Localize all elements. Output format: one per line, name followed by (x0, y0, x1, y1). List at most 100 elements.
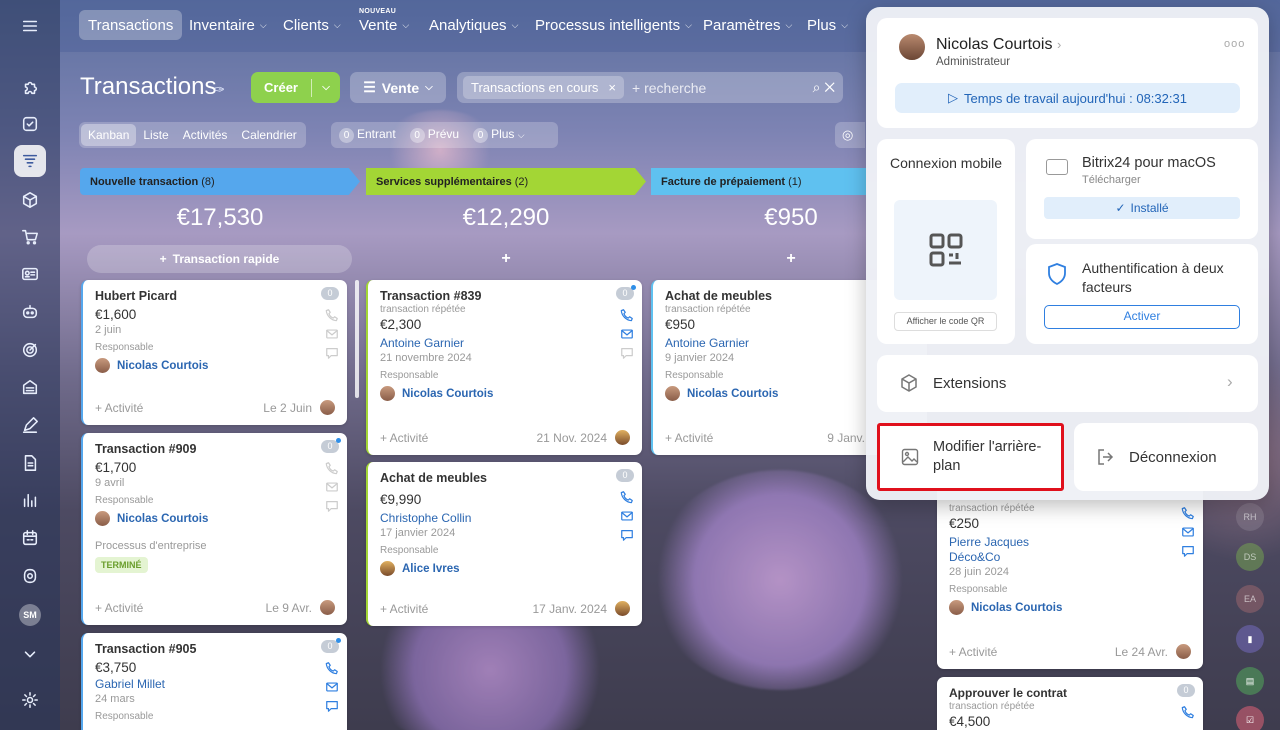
deal-card[interactable]: Approuver le contrat transaction répétée… (937, 677, 1203, 730)
nav-item-inventaire[interactable]: Inventaire ⌵ (180, 10, 276, 40)
responsible-user[interactable]: Nicolas Courtois (380, 386, 630, 401)
add-activity-link[interactable]: + Activité (380, 602, 428, 616)
create-button[interactable]: Créer ⌵ (251, 72, 340, 103)
pen-icon[interactable] (14, 409, 46, 441)
contact-card-icon[interactable]: ▤ (1236, 667, 1264, 695)
mail-icon[interactable] (1181, 525, 1195, 539)
deal-card[interactable]: Achat de meubles €9,990 Christophe Colli… (366, 462, 642, 626)
nav-item-plus[interactable]: Plus ⌵ (798, 10, 857, 40)
chat-icon[interactable] (1181, 544, 1195, 558)
mail-icon[interactable] (325, 327, 339, 341)
contact-card-icon[interactable] (14, 258, 46, 290)
menu-icon[interactable] (14, 10, 46, 42)
counter-plus[interactable]: 0 Plus ⌵ (473, 127, 525, 143)
funnel-selector[interactable]: ☰ Vente ⌵ (350, 72, 446, 103)
add-activity-link[interactable]: + Activité (949, 645, 997, 659)
nav-item-transactions[interactable]: Transactions (79, 10, 183, 40)
rail-avatar[interactable]: EA (1236, 585, 1264, 613)
chat-icon[interactable] (325, 346, 339, 360)
add-activity-link[interactable]: + Activité (665, 431, 713, 445)
target-icon[interactable] (14, 334, 46, 366)
desktop-download[interactable]: Télécharger (1082, 174, 1141, 186)
counter-prevu[interactable]: 0 Prévu (409, 127, 459, 143)
settings-icon[interactable]: ◎ (835, 122, 865, 148)
user-name[interactable]: Nicolas Courtois › (936, 36, 1061, 54)
deal-card[interactable]: Transaction #909 €1,700 9 avril Responsa… (81, 433, 347, 625)
column-header-nouvelle[interactable]: Nouvelle transaction (8) (80, 168, 360, 195)
phone-icon[interactable] (1181, 705, 1195, 719)
counter-entrant[interactable]: 0 Entrant (339, 127, 396, 143)
nav-item-processus[interactable]: Processus intelligents ⌵ (526, 10, 701, 40)
mail-icon[interactable] (620, 509, 634, 523)
copilot-icon[interactable] (14, 560, 46, 592)
building-icon[interactable] (14, 371, 46, 403)
cube-icon[interactable] (14, 184, 46, 216)
tab-kanban[interactable]: Kanban (81, 124, 137, 146)
phone-icon[interactable] (1181, 506, 1195, 520)
cart-icon[interactable] (14, 221, 46, 253)
contact-link[interactable]: Pierre Jacques (949, 535, 1191, 549)
rail-avatar[interactable]: RH (1236, 503, 1264, 531)
quick-add-button[interactable]: + (366, 245, 646, 273)
close-icon[interactable]: × (608, 80, 616, 95)
activate-2fa-button[interactable]: Activer (1044, 305, 1240, 329)
contact-link[interactable]: Gabriel Millet (95, 677, 335, 691)
chat-icon[interactable] (620, 346, 634, 360)
deal-title[interactable]: Hubert Picard (95, 289, 335, 303)
search-icon[interactable]: ⌕ ✕ (813, 79, 835, 96)
contact-link[interactable]: Christophe Collin (380, 511, 630, 525)
phone-icon[interactable] (325, 308, 339, 322)
chat-icon[interactable] (325, 699, 339, 713)
responsible-user[interactable]: Nicolas Courtois (95, 358, 335, 373)
tab-activites[interactable]: Activités (176, 124, 235, 146)
deal-card[interactable]: Hubert Picard €1,600 2 juin Responsable … (81, 280, 347, 425)
task-icon[interactable]: ☑ (1236, 706, 1264, 730)
nav-item-clients[interactable]: Clients ⌵ (274, 10, 350, 40)
phone-icon[interactable] (620, 490, 634, 504)
puzzle-icon[interactable] (14, 71, 46, 103)
column-header-facture[interactable]: Facture de prépaiement (1) (651, 168, 866, 195)
robot-icon[interactable] (14, 296, 46, 328)
chevron-down-icon[interactable]: ⌵ (312, 82, 340, 93)
extensions-row[interactable]: Extensions › (877, 355, 1258, 412)
add-activity-link[interactable]: + Activité (95, 401, 143, 415)
search-bar[interactable]: Transactions en cours × + recherche ⌕ ✕ (457, 72, 843, 103)
filter-chip[interactable]: Transactions en cours × (463, 76, 625, 99)
nav-item-parametres[interactable]: Paramètres ⌵ (694, 10, 801, 40)
deal-card[interactable]: Transaction #839 transaction répétée €2,… (366, 280, 642, 455)
deal-card[interactable]: Transaction #905 €3,750 Gabriel Millet 2… (81, 633, 347, 730)
avatar[interactable] (897, 32, 927, 62)
phone-icon[interactable] (325, 461, 339, 475)
user-avatar[interactable]: SM (19, 604, 41, 626)
document-icon[interactable] (14, 447, 46, 479)
scrollbar[interactable] (355, 280, 359, 398)
phone-icon[interactable] (325, 661, 339, 675)
responsible-user[interactable]: Nicolas Courtois (95, 511, 335, 526)
show-qr-button[interactable]: Afficher le code QR (894, 312, 997, 331)
add-activity-link[interactable]: + Activité (95, 601, 143, 615)
work-time-button[interactable]: ▷ Temps de travail aujourd'hui : 08:32:31 (895, 83, 1240, 113)
mail-icon[interactable] (325, 680, 339, 694)
responsible-user[interactable]: Alice Ivres (380, 561, 630, 576)
bar-chart-icon[interactable] (14, 484, 46, 516)
rail-avatar[interactable]: DS (1236, 543, 1264, 571)
chevron-down-icon[interactable] (14, 638, 46, 670)
quick-transaction-button[interactable]: + Transaction rapide (87, 245, 352, 273)
mail-icon[interactable] (325, 480, 339, 494)
chat-icon[interactable] (620, 528, 634, 542)
company-link[interactable]: Déco&Co (949, 550, 1191, 564)
more-icon[interactable]: ooo (1224, 38, 1245, 50)
responsible-user[interactable]: Nicolas Courtois (949, 600, 1191, 615)
deal-title[interactable]: Approuver le contrat (949, 686, 1191, 700)
nav-item-analytiques[interactable]: Analytiques ⌵ (420, 10, 527, 40)
tab-calendrier[interactable]: Calendrier (234, 124, 303, 146)
deal-title[interactable]: Achat de meubles (380, 471, 630, 485)
column-header-services[interactable]: Services supplémentaires (2) (366, 168, 646, 195)
bookmark-icon[interactable]: ▮ (1236, 625, 1264, 653)
deal-title[interactable]: Transaction #839 (380, 289, 630, 303)
checkbox-icon[interactable] (14, 108, 46, 140)
deal-title[interactable]: Transaction #905 (95, 642, 335, 656)
add-activity-link[interactable]: + Activité (380, 431, 428, 445)
gear-icon[interactable] (14, 684, 46, 716)
tab-liste[interactable]: Liste (136, 124, 175, 146)
